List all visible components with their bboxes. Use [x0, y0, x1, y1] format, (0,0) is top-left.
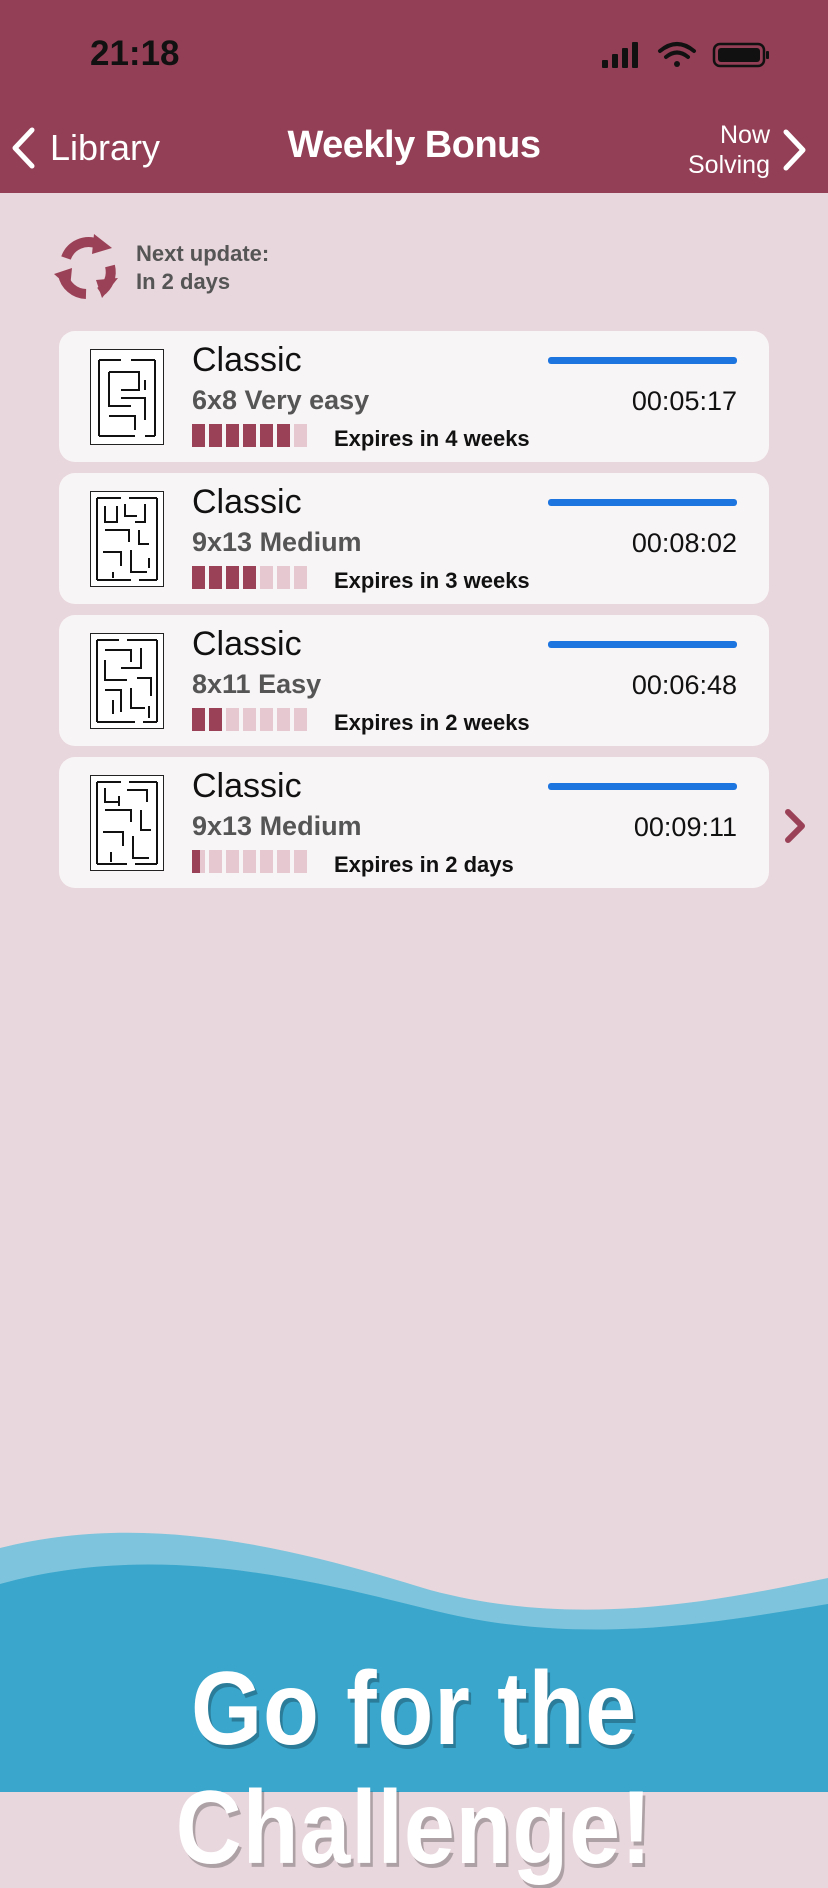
- puzzle-card[interactable]: Classic 6x8 Very easy 00:05:17 Expires i…: [59, 331, 769, 462]
- status-icons: [602, 42, 769, 68]
- wifi-icon: [658, 42, 696, 67]
- expiry-meter: [192, 566, 311, 589]
- expiry-segment: [209, 708, 222, 731]
- puzzle-time: 00:06:48: [631, 670, 737, 700]
- expiry-segment: [209, 850, 222, 873]
- challenge-banner: Go for the Challenge!: [175, 1651, 653, 1886]
- puzzle-card[interactable]: Classic 8x11 Easy 00:06:48 Expires in 2 …: [59, 615, 769, 746]
- puzzle-expiry: Expires in 2 days: [334, 852, 514, 877]
- puzzle-time: 00:05:17: [631, 386, 737, 416]
- expiry-segment: [192, 708, 205, 731]
- expiry-segment: [243, 850, 256, 873]
- puzzle-card[interactable]: Classic 9x13 Medium 00:08:02 Expires in …: [59, 473, 769, 604]
- status-time: 21:18: [90, 34, 180, 73]
- puzzle-expiry: Expires in 4 weeks: [334, 426, 530, 451]
- expiry-segment: [277, 566, 290, 589]
- puzzle-subtitle: 9x13 Medium: [192, 811, 362, 841]
- signal-icon: [602, 42, 638, 68]
- puzzle-subtitle: 6x8 Very easy: [192, 385, 370, 415]
- expiry-segment: [277, 424, 290, 447]
- expiry-segment: [192, 566, 205, 589]
- progress-bar: [548, 499, 737, 506]
- expiry-segment: [192, 424, 205, 447]
- update-line2: In 2 days: [136, 269, 231, 294]
- progress-bar: [548, 783, 737, 790]
- expiry-segment: [226, 424, 239, 447]
- puzzle-time: 00:09:11: [633, 812, 737, 842]
- expiry-segment: [243, 566, 256, 589]
- puzzle-subtitle: 8x11 Easy: [192, 669, 322, 699]
- maze-thumbnail: [90, 491, 164, 587]
- expiry-segment: [192, 850, 205, 873]
- maze-thumbnail: [90, 775, 164, 871]
- maze-thumbnail: [90, 633, 164, 729]
- puzzle-expiry: Expires in 3 weeks: [334, 568, 530, 593]
- chevron-right-icon: [783, 129, 806, 171]
- now-solving-button[interactable]: Now Solving: [688, 118, 808, 182]
- expiry-segment: [243, 708, 256, 731]
- expiry-segment: [294, 566, 307, 589]
- progress-bar: [548, 641, 737, 648]
- battery-icon: [712, 42, 769, 68]
- expiry-segment: [294, 424, 307, 447]
- puzzle-title: Classic: [192, 341, 302, 379]
- nav-header: 21:18 Library Weekly Bonus Now Solving: [0, 0, 828, 193]
- puzzle-title: Classic: [192, 767, 302, 805]
- maze-thumbnail: [90, 349, 164, 445]
- puzzle-expiry: Expires in 2 weeks: [334, 710, 530, 735]
- update-line1: Next update:: [136, 241, 270, 266]
- expiry-segment: [294, 708, 307, 731]
- expiry-meter: [192, 708, 311, 731]
- expiry-segment: [260, 424, 273, 447]
- expiry-segment: [226, 850, 239, 873]
- puzzle-subtitle: 9x13 Medium: [192, 527, 362, 557]
- now-solving-line1: Now: [719, 121, 770, 149]
- puzzle-title: Classic: [192, 625, 302, 663]
- expiry-segment: [260, 850, 273, 873]
- puzzle-card[interactable]: Classic 9x13 Medium 00:09:11 Expires in …: [59, 757, 769, 888]
- expiry-segment: [226, 566, 239, 589]
- expiry-segment: [277, 850, 290, 873]
- expiry-segment: [209, 566, 222, 589]
- update-info: Next update: In 2 days: [52, 232, 269, 304]
- expiry-segment: [294, 850, 307, 873]
- expiry-segment: [277, 708, 290, 731]
- chevron-right-icon[interactable]: [782, 806, 810, 846]
- puzzle-title: Classic: [192, 483, 302, 521]
- expiry-segment: [260, 566, 273, 589]
- expiry-segment: [226, 708, 239, 731]
- expiry-meter: [192, 850, 311, 873]
- puzzle-time: 00:08:02: [631, 528, 737, 558]
- expiry-meter: [192, 424, 311, 447]
- expiry-segment: [209, 424, 222, 447]
- now-solving-line2: Solving: [688, 151, 770, 179]
- progress-bar: [548, 357, 737, 364]
- expiry-segment: [243, 424, 256, 447]
- expiry-segment: [260, 708, 273, 731]
- refresh-icon: [54, 234, 118, 299]
